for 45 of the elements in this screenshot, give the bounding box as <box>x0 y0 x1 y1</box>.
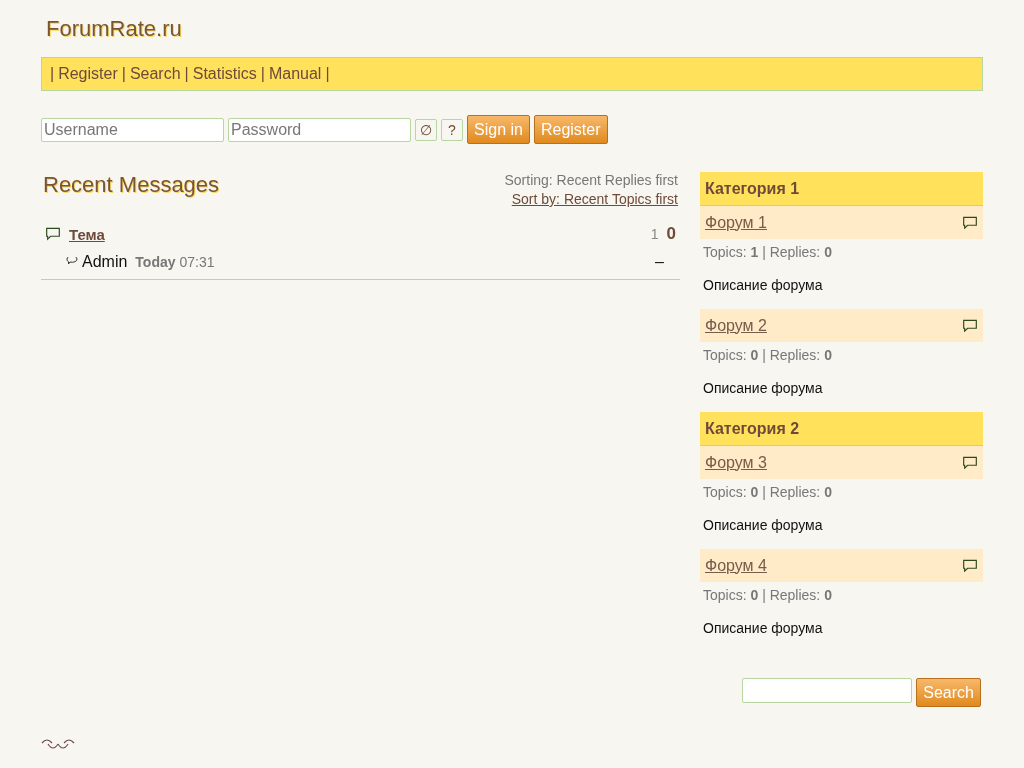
wave-logo-icon <box>41 738 75 752</box>
clear-button[interactable]: ∅ <box>415 118 437 141</box>
forum-link[interactable]: Форум 2 <box>705 316 767 335</box>
nav-link[interactable]: Statistics <box>192 65 257 83</box>
topic-count: 1 <box>650 226 659 242</box>
forum-description: Описание форума <box>702 619 824 638</box>
forum-description: Описание форума <box>702 516 824 535</box>
speech-bubble-icon <box>962 558 978 573</box>
username-field[interactable]: Username <box>41 117 224 142</box>
forum-description: Описание форума <box>702 276 824 295</box>
forum-stats: Topics: 1 | Replies: 0 <box>702 243 833 262</box>
speech-bubble-icon <box>66 257 78 267</box>
forum-stats: Topics: 0 | Replies: 0 <box>702 346 833 365</box>
forum-stats: Topics: 0 | Replies: 0 <box>702 483 833 502</box>
reply-count: 0 <box>666 224 676 244</box>
forum-link[interactable]: Форум 4 <box>705 556 767 575</box>
last-post: – <box>655 253 664 271</box>
post-date: Today 07:31 <box>135 254 216 270</box>
forum-stats: Topics: 0 | Replies: 0 <box>702 586 833 605</box>
nav-link[interactable]: Search <box>129 65 181 83</box>
speech-bubble-icon <box>45 227 61 241</box>
forum-link[interactable]: Форум 1 <box>705 213 767 232</box>
speech-bubble-icon <box>962 215 978 230</box>
forum-description: Описание форума <box>702 379 824 398</box>
sorting-label: Sorting: Recent Replies first <box>504 172 678 188</box>
speech-bubble-icon <box>962 318 978 333</box>
category-header: Категория 2 <box>700 412 983 446</box>
password-field[interactable]: Password <box>228 117 411 142</box>
nav-separator: | <box>260 65 265 83</box>
category-header: Категория 1 <box>700 172 983 206</box>
nav-link[interactable]: Register <box>58 65 118 83</box>
nav-separator: | <box>121 65 126 83</box>
site-logo[interactable]: ForumRate.ru <box>46 14 983 43</box>
nav-separator: | <box>184 65 189 83</box>
nav-separator: | <box>50 65 55 83</box>
search-field[interactable] <box>742 678 913 703</box>
help-button[interactable]: ? <box>441 118 463 141</box>
speech-bubble-icon <box>962 455 978 470</box>
nav-link[interactable]: Manual <box>268 65 322 83</box>
topic-link[interactable]: Тема <box>69 225 643 243</box>
forum-link[interactable]: Форум 3 <box>705 453 767 472</box>
sort-link[interactable]: Sort by: Recent Topics first <box>511 191 678 207</box>
section-title: Recent Messages <box>43 172 220 198</box>
author-name: Admin <box>82 253 128 271</box>
nav-separator: | <box>325 65 330 83</box>
